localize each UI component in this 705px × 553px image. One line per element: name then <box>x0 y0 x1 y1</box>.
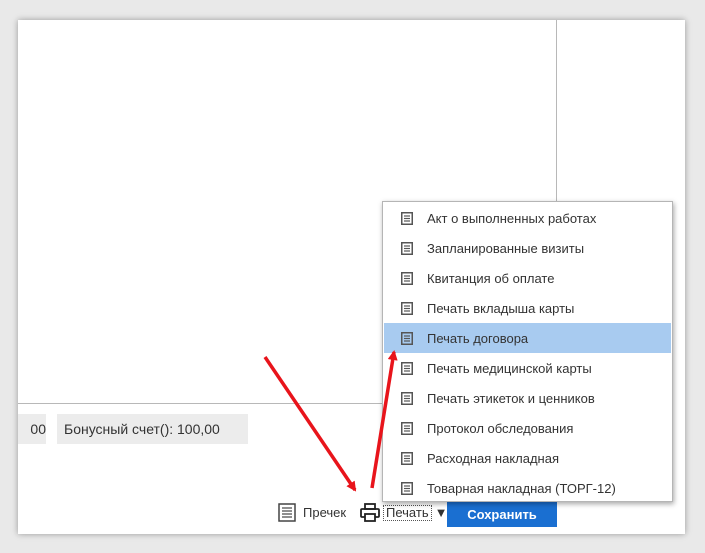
document-icon <box>401 361 413 375</box>
printer-icon <box>360 503 380 522</box>
print-menu-item-label: Запланированные визиты <box>427 240 585 256</box>
document-icon <box>401 211 413 225</box>
print-menu-item-label: Печать медицинской карты <box>427 360 592 376</box>
receipt-button[interactable]: Пречек <box>278 503 346 522</box>
receipt-label: Пречек <box>303 505 347 520</box>
print-menu-item-label: Протокол обследования <box>427 420 574 436</box>
print-menu-item-card-insert[interactable]: Печать вкладыша карты <box>384 293 671 323</box>
receipt-icon <box>278 503 296 522</box>
save-button[interactable]: Сохранить <box>447 501 557 527</box>
print-menu-item-label: Акт о выполненных работах <box>427 210 597 226</box>
print-menu-item-medical-card[interactable]: Печать медицинской карты <box>384 353 671 383</box>
chevron-down-icon: ▼ <box>434 505 448 520</box>
amount-value: 00 <box>30 421 46 437</box>
print-menu: Акт о выполненных работах Запланированны… <box>382 201 673 502</box>
print-menu-item-label: Квитанция об оплате <box>427 270 555 286</box>
print-dropdown-button[interactable]: Печать ▼ <box>360 503 447 522</box>
print-label: Печать <box>383 504 432 521</box>
print-menu-item-torg12[interactable]: Товарная накладная (ТОРГ-12) <box>384 473 671 503</box>
document-icon <box>401 331 413 345</box>
print-menu-item-labels-prices[interactable]: Печать этикеток и ценников <box>384 383 671 413</box>
print-menu-item-exam-protocol[interactable]: Протокол обследования <box>384 413 671 443</box>
print-menu-item-label: Печать вкладыша карты <box>427 300 575 316</box>
document-icon <box>401 271 413 285</box>
bonus-account-field: Бонусный счет(): 100,00 <box>57 414 248 444</box>
document-icon <box>401 301 413 315</box>
print-menu-item-payment-receipt[interactable]: Квитанция об оплате <box>384 263 671 293</box>
print-menu-item-label: Печать договора <box>427 330 529 346</box>
print-menu-item-label: Товарная накладная (ТОРГ-12) <box>427 480 616 496</box>
document-icon <box>401 451 413 465</box>
print-menu-item-label: Печать этикеток и ценников <box>427 390 595 406</box>
bonus-account-value: Бонусный счет(): 100,00 <box>64 421 220 437</box>
amount-field-clipped: 00 <box>18 414 46 444</box>
print-menu-item-planned-visits[interactable]: Запланированные визиты <box>384 233 671 263</box>
document-icon <box>401 241 413 255</box>
document-icon <box>401 481 413 495</box>
print-menu-item-act[interactable]: Акт о выполненных работах <box>384 203 671 233</box>
document-icon <box>401 421 413 435</box>
document-icon <box>401 391 413 405</box>
print-menu-item-label: Расходная накладная <box>427 450 560 466</box>
print-menu-item-expense-invoice[interactable]: Расходная накладная <box>384 443 671 473</box>
print-menu-item-contract[interactable]: Печать договора <box>384 323 671 353</box>
